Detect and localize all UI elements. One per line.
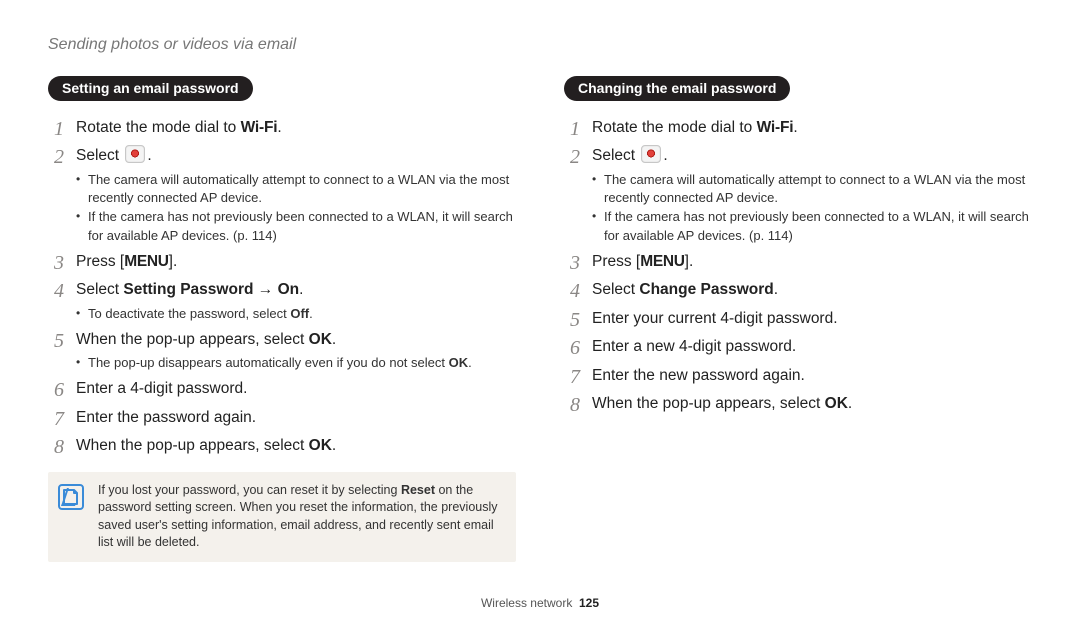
menu-button-label: MENU	[640, 253, 684, 270]
heading-pill-set-password: Setting an email password	[48, 76, 253, 101]
step: Press [MENU].	[48, 251, 516, 273]
left-steps: Rotate the mode dial to Wi-Fi. Select . …	[48, 117, 516, 458]
step-text: .	[793, 119, 797, 136]
email-app-icon	[641, 145, 661, 163]
sub-bullets: The camera will automatically attempt to…	[592, 171, 1032, 245]
sub-bullets: The camera will automatically attempt to…	[76, 171, 516, 245]
page-number: 125	[579, 596, 599, 610]
section-header: Sending photos or videos via email	[48, 36, 1032, 54]
step: Rotate the mode dial to Wi-Fi.	[564, 117, 1032, 139]
step-text: .	[147, 147, 151, 164]
bold-term: OK	[309, 331, 332, 348]
step-text: .	[774, 281, 778, 298]
sub-bullet: If the camera has not previously been co…	[592, 208, 1032, 244]
note-text: If you lost your password, you can reset…	[98, 482, 502, 552]
step: Enter the password again.	[48, 407, 516, 429]
sub-bullet: The pop-up disappears automatically even…	[76, 354, 516, 372]
step-text: Rotate the mode dial to	[76, 119, 241, 136]
step-text: Press [	[76, 253, 124, 270]
sub-bullets: The pop-up disappears automatically even…	[76, 354, 516, 372]
step: Rotate the mode dial to Wi-Fi.	[48, 117, 516, 139]
step: Select Setting Password → On. To deactiv…	[48, 279, 516, 323]
step-text: ].	[685, 253, 694, 270]
sub-bullet: To deactivate the password, select Off.	[76, 305, 516, 323]
footer-label: Wireless network	[481, 596, 572, 610]
step-text: Select	[592, 147, 639, 164]
wifi-icon: Wi-Fi	[241, 117, 278, 139]
step: Enter the new password again.	[564, 365, 1032, 387]
step-text: .	[277, 119, 281, 136]
bold-term: OK	[309, 437, 332, 454]
bold-term: On	[278, 281, 300, 298]
step: Enter a 4-digit password.	[48, 378, 516, 400]
step-text: .	[299, 281, 303, 298]
sub-bullet: The camera will automatically attempt to…	[592, 171, 1032, 207]
sub-bullets: To deactivate the password, select Off.	[76, 305, 516, 323]
step-text: When the pop-up appears, select	[592, 395, 825, 412]
step: Enter your current 4-digit password.	[564, 308, 1032, 330]
two-column-layout: Setting an email password Rotate the mod…	[48, 76, 1032, 562]
step-text: When the pop-up appears, select	[76, 437, 309, 454]
step: Select . The camera will automatically a…	[48, 145, 516, 244]
step-text: .	[663, 147, 667, 164]
step: Press [MENU].	[564, 251, 1032, 273]
step: When the pop-up appears, select OK. The …	[48, 329, 516, 373]
bold-term: Setting Password	[123, 281, 253, 298]
step-text: Select	[76, 281, 123, 298]
sub-bullet: The camera will automatically attempt to…	[76, 171, 516, 207]
info-note: If you lost your password, you can reset…	[48, 472, 516, 562]
step: Enter a new 4-digit password.	[564, 336, 1032, 358]
step-text: Press [	[592, 253, 640, 270]
step-text: Select	[592, 281, 639, 298]
step: When the pop-up appears, select OK.	[564, 393, 1032, 415]
manual-page: Sending photos or videos via email Setti…	[0, 0, 1080, 630]
email-app-icon	[125, 145, 145, 163]
step-text: →	[253, 281, 277, 298]
heading-pill-change-password: Changing the email password	[564, 76, 790, 101]
step-text: .	[848, 395, 852, 412]
right-steps: Rotate the mode dial to Wi-Fi. Select . …	[564, 117, 1032, 416]
step: Select Change Password.	[564, 279, 1032, 301]
step-text: Select	[76, 147, 123, 164]
right-column: Changing the email password Rotate the m…	[564, 76, 1032, 562]
sub-bullet: If the camera has not previously been co…	[76, 208, 516, 244]
step-text: ].	[169, 253, 178, 270]
bold-term: OK	[825, 395, 848, 412]
step-text: Rotate the mode dial to	[592, 119, 757, 136]
step: Select . The camera will automatically a…	[564, 145, 1032, 244]
page-footer: Wireless network 125	[0, 596, 1080, 610]
step-text: .	[332, 331, 336, 348]
step: When the pop-up appears, select OK.	[48, 435, 516, 457]
note-icon	[58, 484, 84, 510]
wifi-icon: Wi-Fi	[757, 117, 794, 139]
menu-button-label: MENU	[124, 253, 168, 270]
step-text: When the pop-up appears, select	[76, 331, 309, 348]
step-text: .	[332, 437, 336, 454]
left-column: Setting an email password Rotate the mod…	[48, 76, 516, 562]
bold-term: Change Password	[639, 281, 773, 298]
